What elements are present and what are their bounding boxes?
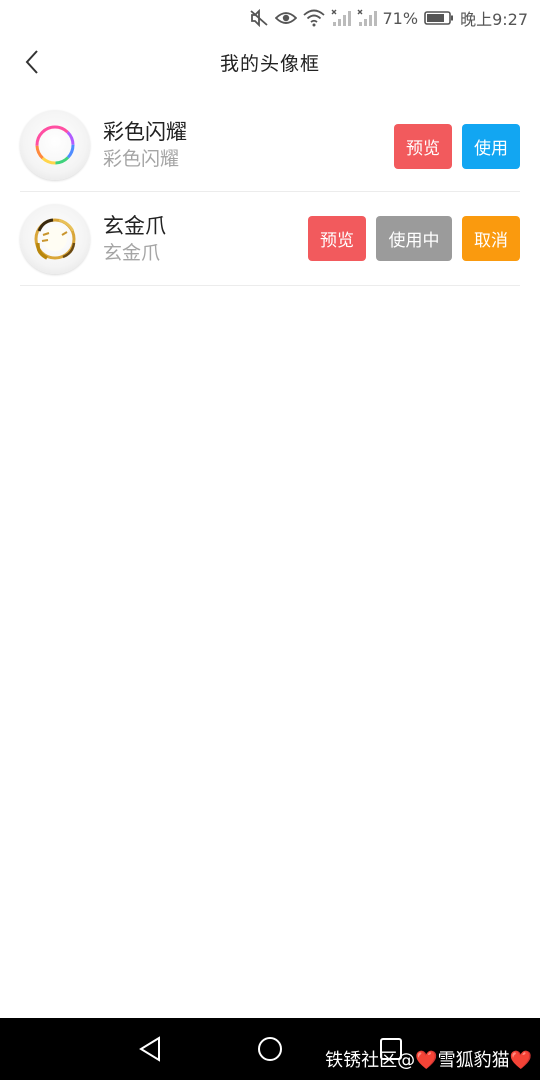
screen: 71% 晚上9:27 我的头像框 彩色闪耀 彩色闪耀 预览 使用 玄金爪 玄金爪… xyxy=(0,0,540,1080)
frame-list: 彩色闪耀 彩色闪耀 预览 使用 玄金爪 玄金爪 预览 使用中 取消 xyxy=(20,98,520,286)
back-triangle-icon[interactable] xyxy=(135,1034,165,1064)
clock: 晚上9:27 xyxy=(460,10,528,29)
use-button[interactable]: 使用 xyxy=(462,124,520,169)
frame-name: 彩色闪耀 xyxy=(103,119,187,144)
watermark: 铁锈社区@❤️雪狐豹猫❤️ xyxy=(325,1050,532,1071)
frame-texts: 彩色闪耀 彩色闪耀 xyxy=(103,118,187,172)
preview-button[interactable]: 预览 xyxy=(308,216,366,261)
navigation-bar: 铁锈社区@❤️雪狐豹猫❤️ xyxy=(0,1018,540,1080)
battery-percent: 71% xyxy=(382,8,419,28)
avatar-frame-colorful xyxy=(20,109,90,180)
frame-name: 玄金爪 xyxy=(103,213,166,238)
wifi-icon xyxy=(302,9,325,27)
list-item: 玄金爪 玄金爪 预览 使用中 取消 xyxy=(20,192,520,286)
frame-subtitle: 彩色闪耀 xyxy=(103,147,180,170)
mute-icon xyxy=(249,9,269,27)
frame-subtitle: 玄金爪 xyxy=(103,241,161,264)
status-bar: 71% 晚上9:27 xyxy=(0,0,540,36)
frame-texts: 玄金爪 玄金爪 xyxy=(103,212,166,266)
signal-icon xyxy=(331,9,351,27)
battery-icon xyxy=(424,10,454,26)
frame-actions: 预览 使用 xyxy=(394,124,520,169)
preview-button[interactable]: 预览 xyxy=(394,124,452,169)
home-circle-icon[interactable] xyxy=(255,1034,285,1064)
back-button[interactable] xyxy=(14,46,50,82)
in-use-button[interactable]: 使用中 xyxy=(376,216,452,261)
avatar-frame-golden-claw xyxy=(20,203,90,274)
frame-actions: 预览 使用中 取消 xyxy=(308,216,520,261)
page-title: 我的头像框 xyxy=(219,52,320,75)
list-item: 彩色闪耀 彩色闪耀 预览 使用 xyxy=(20,98,520,192)
cancel-button[interactable]: 取消 xyxy=(462,216,520,261)
chevron-left-icon xyxy=(24,49,40,79)
header: 我的头像框 xyxy=(0,36,540,88)
eye-icon xyxy=(274,10,297,26)
signal-icon xyxy=(357,9,377,27)
